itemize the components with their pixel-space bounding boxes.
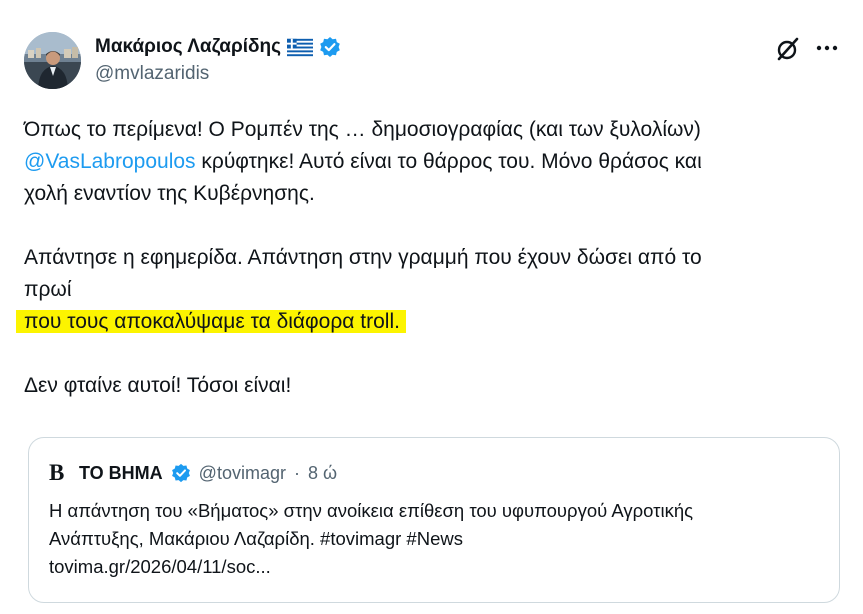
quoted-timestamp[interactable]: 8 ώ [308,463,337,484]
tweet-text-line: πρωί [24,278,72,301]
quoted-tweet-text: Η απάντηση του «Βήματος» στην ανοίκεια ε… [49,497,829,581]
quoted-tweet[interactable]: B ΤΟ ΒΗΜΑ @tovimagr · 8 ώ Η απάντηση του… [28,437,840,603]
author-display-name[interactable]: Μακάριος Λαζαρίδης [95,36,281,58]
mention-link[interactable]: @VasLabropoulos [24,150,196,173]
quoted-author-avatar[interactable]: B [49,461,71,485]
highlighted-text: που τους αποκαλύψαμε τα διάφορα troll. [16,310,406,333]
tweet-text-line-highlighted: που τους αποκαλύψαμε τα διάφορα troll. [16,306,844,338]
quoted-author-name[interactable]: ΤΟ ΒΗΜΑ [79,463,163,484]
tweet-text: Όπως το περίμενα! Ο Ρομπέν της … δημοσιο… [16,114,844,402]
tweet-text-line: @VasLabropoulos κρύφτηκε! Αυτό είναι το … [24,146,844,178]
quoted-text-line: Η απάντηση του «Βήματος» στην ανοίκεια ε… [49,500,694,521]
author-name-row: Μακάριος Λαζαρίδης [95,34,341,60]
greek-flag-icon [287,38,314,57]
quoted-tweet-header: B ΤΟ ΒΗΜΑ @tovimagr · 8 ώ [49,460,337,486]
grok-icon[interactable] [775,36,801,62]
tweet-text-line: Όπως το περίμενα! Ο Ρομπέν της … δημοσιο… [24,118,701,141]
quoted-link[interactable]: tovima.gr/2026/04/11/soc... [49,553,829,581]
quoted-author-handle[interactable]: @tovimagr [199,463,286,484]
tweet-text-segment: κρύφτηκε! Αυτό είναι το θάρρος του. Μόνο… [195,150,702,173]
tweet-text-line: χολή εναντίον της Κυβέρνησης. [24,182,315,205]
verified-badge-icon[interactable] [319,36,341,58]
avatar[interactable] [24,32,81,89]
meta-separator: · [293,462,300,483]
author-handle[interactable]: @mvlazaridis [95,63,209,85]
tweet-text-line: Απάντησε η εφημερίδα. Απάντηση στην γραμ… [24,246,702,269]
quoted-text-line: Ανάπτυξης, Μακάριου Λαζαρίδη. #tovimagr … [49,528,463,549]
tweet-text-line: Δεν φταίνε αυτοί! Τόσοι είναι! [24,374,292,397]
more-options-icon[interactable] [814,35,840,61]
verified-badge-icon [171,463,191,483]
tweet-card: Μακάριος Λαζαρίδης @mvlazaridis Όπως το … [0,0,863,614]
